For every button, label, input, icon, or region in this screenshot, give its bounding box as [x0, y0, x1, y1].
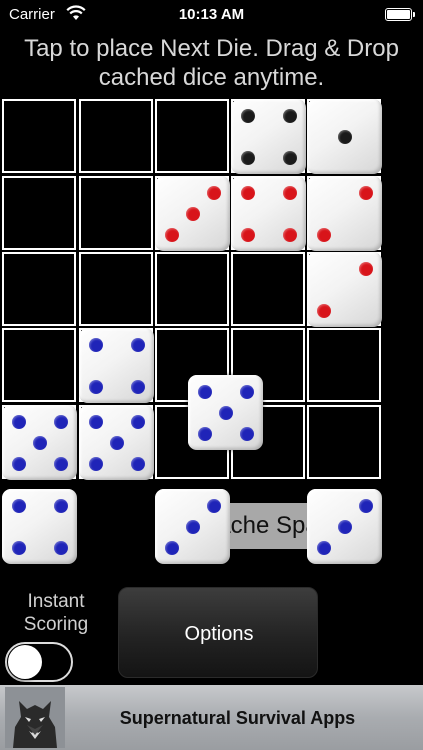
die-pip — [240, 108, 255, 123]
placed-die[interactable] — [79, 405, 154, 480]
die-pip — [197, 384, 212, 399]
die-pip — [240, 150, 255, 165]
die-pip — [11, 540, 26, 555]
die-pip — [53, 456, 68, 471]
die-pip — [32, 435, 47, 450]
die-pip — [337, 519, 352, 534]
battery-icon — [385, 8, 415, 21]
die-pip — [109, 435, 124, 450]
die-pip — [282, 108, 297, 123]
board-cell[interactable] — [307, 328, 381, 402]
die-pip — [164, 540, 179, 555]
board-cell[interactable] — [307, 405, 381, 479]
die-pip — [88, 414, 103, 429]
die-pip — [53, 498, 68, 513]
die-pip — [358, 498, 373, 513]
die-pip — [130, 337, 145, 352]
die-pip — [130, 414, 145, 429]
die-pip — [185, 519, 200, 534]
instant-scoring-label-line-1: Instant — [27, 591, 85, 612]
options-button-label: Options — [184, 623, 254, 645]
status-bar: Carrier 10:13 AM — [0, 0, 423, 30]
die-pip — [316, 303, 331, 318]
board-cell[interactable] — [2, 328, 76, 402]
board-cell[interactable] — [155, 252, 229, 326]
die-pip — [130, 379, 145, 394]
instant-scoring-toggle[interactable] — [5, 642, 73, 682]
placed-die[interactable] — [231, 176, 306, 251]
next-die[interactable] — [188, 375, 263, 450]
die-pip — [316, 227, 331, 242]
cached-die[interactable] — [307, 489, 382, 564]
die-pip — [130, 456, 145, 471]
board-cell[interactable] — [231, 252, 305, 326]
die-pip — [282, 227, 297, 242]
die-pip — [197, 426, 212, 441]
board-cell[interactable] — [79, 99, 153, 173]
options-button[interactable]: Options — [118, 587, 318, 678]
ad-title: Supernatural Survival Apps — [119, 708, 356, 728]
board-cell[interactable] — [79, 176, 153, 250]
board-cell[interactable] — [2, 252, 76, 326]
board-cell[interactable] — [2, 176, 76, 250]
die-pip — [164, 227, 179, 242]
die-pip — [11, 456, 26, 471]
die-pip — [240, 185, 255, 200]
die-pip — [11, 498, 26, 513]
instructions-line-1: Tap to place Next Die. Drag & Drop — [24, 35, 399, 62]
die-pip — [337, 129, 352, 144]
die-pip — [53, 414, 68, 429]
die-pip — [11, 414, 26, 429]
die-pip — [358, 261, 373, 276]
die-pip — [282, 150, 297, 165]
placed-die[interactable] — [79, 328, 154, 403]
die-pip — [282, 185, 297, 200]
instructions-line-2: cached dice anytime. — [98, 64, 325, 91]
die-pip — [218, 405, 233, 420]
die-pip — [88, 337, 103, 352]
placed-die[interactable] — [307, 176, 382, 251]
die-pip — [358, 185, 373, 200]
placed-die[interactable] — [231, 99, 306, 174]
toggle-knob — [8, 645, 42, 679]
placed-die[interactable] — [155, 176, 230, 251]
placed-die[interactable] — [307, 252, 382, 327]
die-pip — [88, 456, 103, 471]
die-pip — [239, 426, 254, 441]
die-pip — [239, 384, 254, 399]
die-pip — [88, 379, 103, 394]
werewolf-logo-icon — [5, 687, 65, 748]
cached-die[interactable] — [2, 489, 77, 564]
instant-scoring-label: Instant Scoring — [0, 590, 112, 636]
instant-scoring-label-line-2: Scoring — [23, 614, 89, 635]
die-pip — [240, 227, 255, 242]
die-pip — [206, 498, 221, 513]
die-pip — [316, 540, 331, 555]
board-cell[interactable] — [79, 252, 153, 326]
die-pip — [206, 185, 221, 200]
clock: 10:13 AM — [178, 6, 245, 23]
placed-die[interactable] — [2, 405, 77, 480]
ad-banner[interactable]: Supernatural Survival Apps — [0, 685, 423, 750]
board-cell[interactable] — [2, 99, 76, 173]
instructions-text: Tap to place Next Die. Drag & Drop cache… — [0, 34, 423, 92]
die-pip — [53, 540, 68, 555]
cached-die[interactable] — [155, 489, 230, 564]
board-cell[interactable] — [155, 99, 229, 173]
die-pip — [185, 206, 200, 221]
placed-die[interactable] — [307, 99, 382, 174]
